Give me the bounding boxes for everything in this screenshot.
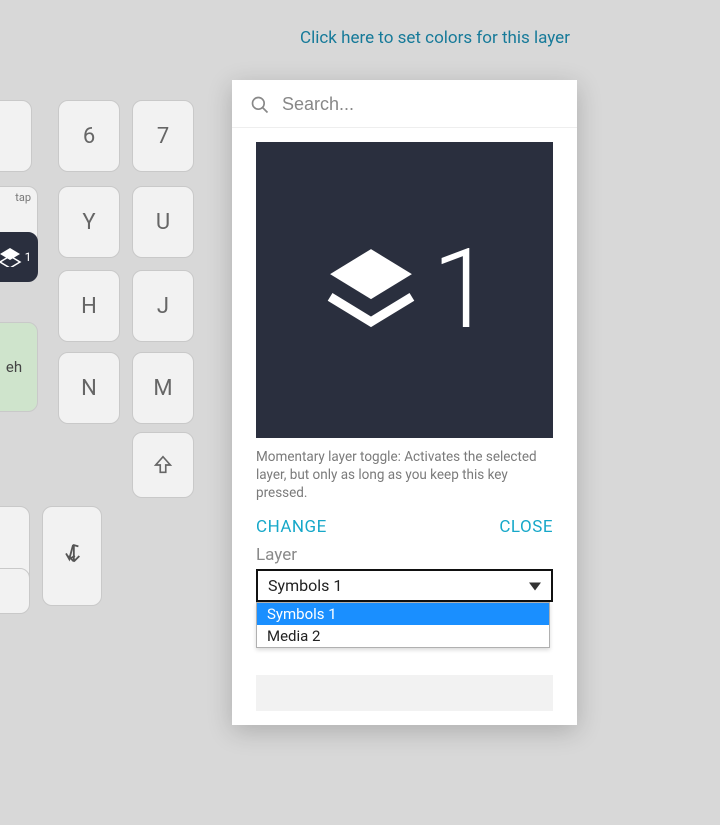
key-layer-icon[interactable]: 1 [0,232,38,282]
layer-option-symbols-1[interactable]: Symbols 1 [257,603,549,625]
set-colors-link[interactable]: Click here to set colors for this layer [0,28,720,48]
key-shift[interactable] [132,432,194,498]
key-M[interactable]: M [132,352,194,424]
layers-icon [316,240,426,340]
key-N[interactable]: N [58,352,120,424]
search-icon [250,95,270,115]
modal-footer-box [256,675,553,711]
enter-arrow-icon [61,541,83,571]
layers-icon [0,247,23,267]
key-J[interactable]: J [132,270,194,342]
actions-row: CHANGE CLOSE [256,517,553,537]
layer-select[interactable]: Symbols 1 [256,569,553,602]
key-preview: 1 [256,142,553,438]
key-description: Momentary layer toggle: Activates the se… [256,448,553,503]
change-button[interactable]: CHANGE [256,517,327,537]
close-button[interactable]: CLOSE [499,517,553,537]
search-row [232,80,577,128]
key-7[interactable]: 7 [132,100,194,172]
key-b[interactable]: b [0,568,30,614]
search-input[interactable] [282,94,559,115]
layer-select-wrap: Symbols 1 Symbols 1 Media 2 [256,569,553,602]
key-Y[interactable]: Y [58,186,120,258]
layer-dropdown: Symbols 1 Media 2 [256,602,550,648]
key-6[interactable]: 6 [58,100,120,172]
key-H[interactable]: H [58,270,120,342]
key-eh[interactable]: eh [0,322,38,412]
preview-number: 1 [432,235,493,345]
chevron-down-icon [529,576,541,595]
key-bottom-arrow[interactable] [42,506,102,606]
key-U[interactable]: U [132,186,194,258]
shift-up-icon [152,454,174,476]
layer-option-media-2[interactable]: Media 2 [257,625,549,647]
key-config-modal: 1 Momentary layer toggle: Activates the … [232,80,577,725]
layer-label: Layer [256,545,553,565]
key-partial-left[interactable] [0,100,32,172]
layer-select-value: Symbols 1 [268,576,342,595]
